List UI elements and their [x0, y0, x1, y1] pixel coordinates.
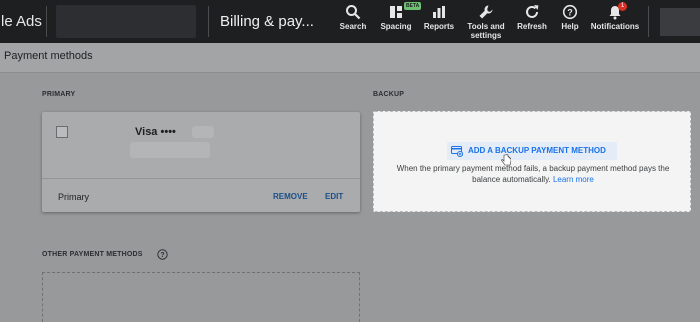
- reports-icon: [433, 6, 445, 18]
- reports-label: Reports: [423, 22, 455, 31]
- help-button[interactable]: ? Help: [556, 4, 584, 31]
- divider: [46, 6, 47, 37]
- refresh-button[interactable]: Refresh: [515, 4, 549, 31]
- backup-description: When the primary payment method fails, a…: [390, 163, 676, 185]
- refresh-icon: [526, 5, 539, 18]
- blurred-card-number: [192, 126, 214, 138]
- help-icon: ?: [562, 4, 578, 20]
- section-title: Payment methods: [4, 50, 93, 62]
- help-circle-icon[interactable]: ?: [157, 249, 168, 260]
- search-icon: [346, 5, 361, 20]
- divider: [648, 6, 649, 37]
- page-header: Payment methods: [0, 43, 700, 73]
- primary-section-label: PRIMARY: [42, 91, 76, 98]
- top-app-bar: le Ads Billing & pay... Search Spacing B…: [0, 0, 700, 43]
- refresh-label: Refresh: [517, 22, 547, 31]
- page-title[interactable]: Billing & pay...: [220, 0, 314, 43]
- search-button[interactable]: Search: [338, 4, 368, 31]
- add-backup-payment-button[interactable]: ADD A BACKUP PAYMENT METHOD: [447, 142, 617, 160]
- primary-payment-card: Visa •••• Primary REMOVE EDIT: [42, 112, 360, 212]
- backup-section-label: BACKUP: [373, 91, 405, 98]
- learn-more-link[interactable]: Learn more: [553, 175, 594, 184]
- account-selector[interactable]: [56, 5, 196, 38]
- spacing-label: Spacing: [380, 22, 412, 31]
- add-other-payment-area[interactable]: [42, 272, 360, 322]
- notification-count-badge: 1: [618, 2, 627, 11]
- backup-payment-card: ADD A BACKUP PAYMENT METHOD When the pri…: [373, 111, 691, 212]
- divider: [208, 6, 209, 37]
- edit-button[interactable]: EDIT: [325, 192, 343, 201]
- add-backup-label: ADD A BACKUP PAYMENT METHOD: [468, 146, 606, 155]
- add-card-icon: [451, 146, 463, 157]
- account-avatar[interactable]: [660, 8, 700, 36]
- other-methods-section-label: OTHER PAYMENT METHODS: [42, 251, 143, 258]
- notifications-label: Notifications: [590, 22, 640, 31]
- svg-text:?: ?: [567, 8, 573, 18]
- tools-settings-button[interactable]: Tools and settings: [464, 4, 508, 40]
- search-label: Search: [339, 22, 367, 31]
- wrench-icon: [479, 5, 493, 19]
- backup-description-text: When the primary payment method fails, a…: [396, 164, 670, 184]
- blurred-card-details: [130, 142, 210, 158]
- help-label: Help: [561, 22, 579, 31]
- card-brand-text: Visa ••••: [135, 126, 176, 138]
- spacing-icon: [390, 6, 402, 18]
- reports-button[interactable]: Reports: [422, 4, 456, 31]
- tools-settings-label: Tools and settings: [467, 22, 505, 40]
- remove-button[interactable]: REMOVE: [273, 192, 308, 201]
- card-divider: [42, 178, 360, 179]
- card-logo-image: [56, 126, 68, 138]
- app-brand[interactable]: le Ads: [0, 0, 42, 43]
- card-status-text: Primary: [58, 192, 89, 202]
- beta-badge: BETA: [404, 2, 422, 10]
- notifications-button[interactable]: Notifications: [590, 4, 640, 31]
- svg-text:?: ?: [160, 252, 164, 259]
